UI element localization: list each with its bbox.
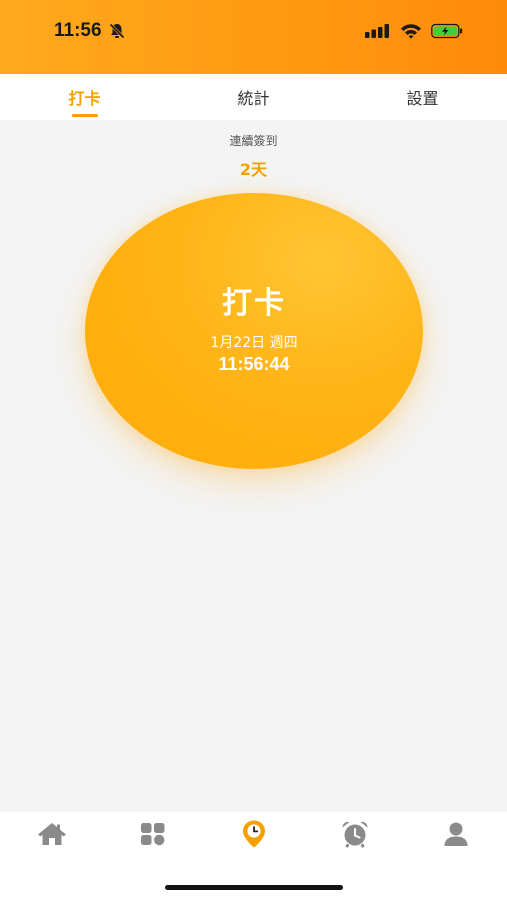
nav-alarm[interactable] (335, 818, 375, 854)
status-time: 11:56 (54, 20, 102, 41)
checkin-time: 11:56:44 (218, 353, 290, 374)
home-indicator[interactable] (165, 885, 343, 890)
location-clock-icon (241, 819, 267, 853)
tab-settings-label: 設置 (406, 89, 439, 108)
apps-grid-icon (140, 822, 166, 850)
tab-checkin-label: 打卡 (68, 89, 101, 108)
checkin-button[interactable]: 打卡 1月22日 週四 11:56:44 (85, 193, 423, 469)
checkin-title: 打卡 (222, 285, 286, 321)
streak-value: 2天 (239, 160, 268, 179)
tab-checkin[interactable]: 打卡 (0, 74, 169, 120)
wifi-icon (400, 23, 422, 43)
status-bar: 11:56 (0, 0, 507, 74)
alarm-clock-icon (340, 820, 370, 852)
top-tab-bar: 打卡 統計 設置 (0, 74, 507, 120)
profile-icon (443, 821, 469, 851)
checkin-date: 1月22日 週四 (210, 334, 298, 351)
nav-checkin[interactable] (234, 818, 274, 854)
tab-settings[interactable]: 設置 (338, 74, 507, 120)
nav-profile[interactable] (436, 818, 476, 854)
status-time-group: 11:56 (54, 20, 126, 42)
tab-statistics[interactable]: 統計 (169, 74, 338, 120)
status-indicators (365, 23, 463, 43)
streak-label: 連續簽到 (229, 134, 278, 148)
nav-home[interactable] (32, 818, 72, 854)
battery-charging-icon (431, 23, 463, 43)
bell-muted-icon (108, 22, 126, 40)
tab-statistics-label: 統計 (237, 89, 270, 108)
cellular-signal-icon (365, 23, 391, 43)
home-icon (36, 821, 68, 851)
nav-apps[interactable] (133, 818, 173, 854)
